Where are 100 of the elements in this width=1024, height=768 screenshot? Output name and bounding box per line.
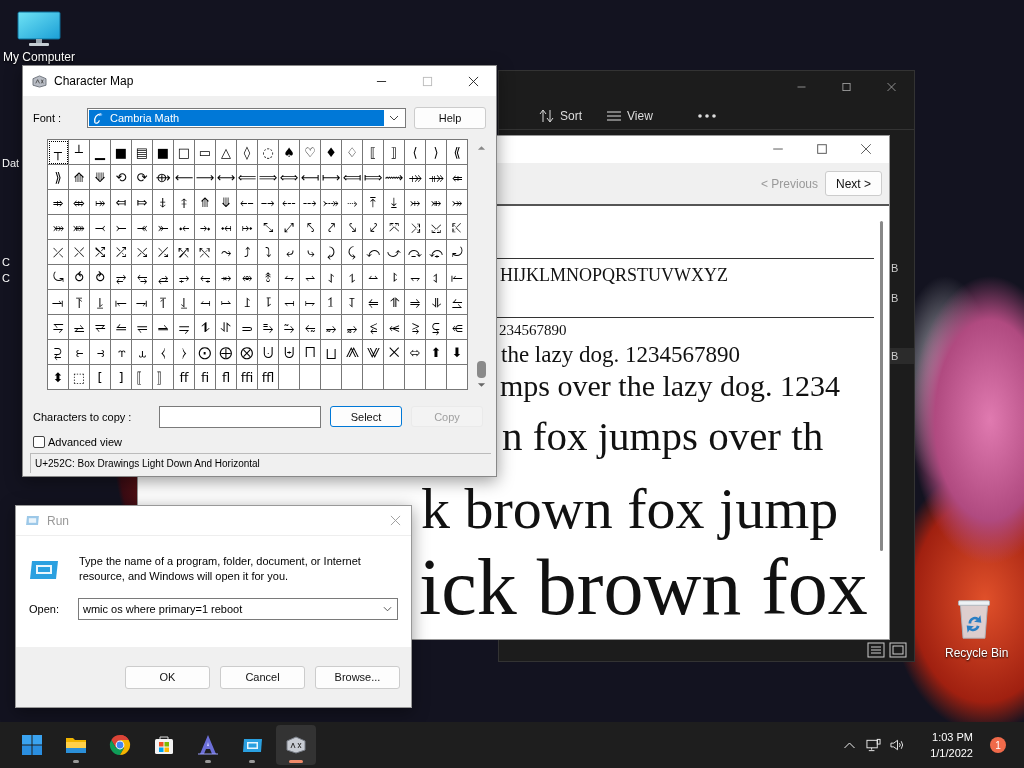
character-cell[interactable]: ⥻ [48, 340, 69, 365]
character-cell[interactable]: ⤈ [153, 190, 174, 215]
character-cell[interactable]: ⥓ [48, 290, 69, 315]
empty-cell[interactable] [363, 365, 384, 390]
character-cell[interactable]: ⥬ [153, 315, 174, 340]
character-cell[interactable]: ⟳ [132, 165, 153, 190]
character-cell[interactable]: ⤗ [48, 215, 69, 240]
toolbar-button[interactable]: View [627, 109, 653, 123]
character-cell[interactable]: ⤫ [48, 240, 69, 265]
character-cell[interactable]: ⤇ [132, 190, 153, 215]
character-cell[interactable]: ⤙ [90, 215, 111, 240]
character-cell[interactable]: ■ [111, 140, 132, 165]
character-cell[interactable]: ⥾ [111, 340, 132, 365]
character-cell[interactable]: ⤭ [90, 240, 111, 265]
character-cell[interactable]: ] [111, 365, 132, 390]
character-cell[interactable]: ⤏ [300, 190, 321, 215]
character-cell[interactable]: ⤩ [426, 215, 447, 240]
character-cell[interactable]: ⤥ [342, 215, 363, 240]
character-cell[interactable]: ⤔ [405, 190, 426, 215]
character-cell[interactable]: ⥴ [321, 315, 342, 340]
character-cell[interactable]: ⤕ [426, 190, 447, 215]
character-cell[interactable]: ⤉ [174, 190, 195, 215]
clock[interactable]: 1:03 PM 1/1/2022 [930, 729, 973, 761]
dialog-button[interactable]: Browse... [315, 665, 400, 689]
character-cell[interactable]: ⟲ [111, 165, 132, 190]
character-cell[interactable]: ⥁ [90, 265, 111, 290]
monitor-icon[interactable] [17, 11, 61, 47]
font-dropdown[interactable]: Cambria Math [87, 108, 406, 128]
character-cell[interactable]: ⧽ [174, 340, 195, 365]
character-cell[interactable]: ⥦ [447, 290, 468, 315]
character-cell[interactable]: ⥷ [384, 315, 405, 340]
character-cell[interactable]: ⬇ [447, 340, 468, 365]
character-cell[interactable]: ⤶ [279, 240, 300, 265]
character-cell[interactable]: ▤ [132, 140, 153, 165]
character-cell[interactable]: ⟰ [69, 165, 90, 190]
character-cell[interactable]: ⤨ [405, 215, 426, 240]
desktop-icon-label[interactable]: Recycle Bin [945, 646, 1009, 660]
character-cell[interactable]: ■ [153, 140, 174, 165]
character-cell[interactable]: ⥑ [426, 265, 447, 290]
empty-cell[interactable] [279, 365, 300, 390]
character-cell[interactable]: ⤄ [69, 190, 90, 215]
character-cell[interactable]: ⤷ [300, 240, 321, 265]
copy-input-field[interactable] [159, 405, 321, 428]
character-cell[interactable]: ⥪ [111, 315, 132, 340]
character-cell[interactable]: ⤸ [321, 240, 342, 265]
character-cell[interactable]: ⨉ [384, 340, 405, 365]
character-cell[interactable]: ⤓ [384, 190, 405, 215]
character-cell[interactable]: ⥌ [321, 265, 342, 290]
character-cell[interactable]: [ [90, 365, 111, 390]
dialog-button[interactable]: Cancel [220, 665, 305, 689]
character-cell[interactable]: ⥍ [342, 265, 363, 290]
character-cell[interactable]: ⥄ [153, 265, 174, 290]
character-cell[interactable]: ⥺ [447, 315, 468, 340]
character-cell[interactable]: ⨃ [258, 340, 279, 365]
character-cell[interactable]: ⤪ [447, 215, 468, 240]
character-cell[interactable]: 〛 [153, 365, 174, 390]
details-view-icon[interactable] [867, 642, 885, 658]
character-cell[interactable]: ⨅ [300, 340, 321, 365]
character-cell[interactable]: ⟾ [363, 165, 384, 190]
character-cell[interactable]: ⨂ [237, 340, 258, 365]
character-cell[interactable]: ⨈ [363, 340, 384, 365]
character-cell[interactable]: ⥥ [426, 290, 447, 315]
character-cell[interactable]: ⤀ [405, 165, 426, 190]
character-cell[interactable]: ▭ [195, 140, 216, 165]
character-cell[interactable]: ⤽ [426, 240, 447, 265]
character-cell[interactable]: ⥗ [132, 290, 153, 315]
character-cell[interactable]: ⤎ [279, 190, 300, 215]
character-cell[interactable]: ⤬ [69, 240, 90, 265]
character-cell[interactable]: ⥇ [216, 265, 237, 290]
character-cell[interactable]: ⤑ [342, 190, 363, 215]
empty-cell[interactable] [447, 365, 468, 390]
scrollbar[interactable] [880, 221, 883, 551]
character-cell[interactable]: ⥶ [363, 315, 384, 340]
character-cell[interactable]: ⤂ [447, 165, 468, 190]
character-cell[interactable]: ⟫ [48, 165, 69, 190]
character-cell[interactable]: ⤹ [342, 240, 363, 265]
desktop-icon-label[interactable]: C [2, 272, 10, 284]
character-cell[interactable]: ⤘ [69, 215, 90, 240]
character-cell[interactable]: ⥫ [132, 315, 153, 340]
character-cell[interactable]: ⥯ [216, 315, 237, 340]
character-cell[interactable]: ⥳ [300, 315, 321, 340]
toolbar-button[interactable]: Sort [560, 109, 582, 123]
character-cell[interactable]: ⤣ [300, 215, 321, 240]
character-cell[interactable]: ⤲ [195, 240, 216, 265]
character-cell[interactable]: ⥠ [321, 290, 342, 315]
character-cell[interactable]: ⥱ [258, 315, 279, 340]
character-cell[interactable]: ⥧ [48, 315, 69, 340]
character-cell[interactable]: ﬃ [237, 365, 258, 390]
character-cell[interactable]: ⤴ [237, 240, 258, 265]
character-cell[interactable]: ⥞ [279, 290, 300, 315]
character-cell[interactable]: ⤠ [237, 215, 258, 240]
character-cell[interactable]: ⬆ [426, 340, 447, 365]
character-cell[interactable]: ⥜ [237, 290, 258, 315]
character-cell[interactable]: ⥔ [69, 290, 90, 315]
character-cell[interactable]: ⤤ [321, 215, 342, 240]
character-cell[interactable]: ⤁ [426, 165, 447, 190]
character-cell[interactable]: ⤱ [174, 240, 195, 265]
empty-cell[interactable] [342, 365, 363, 390]
character-cell[interactable]: ⥰ [237, 315, 258, 340]
character-cell[interactable]: ⤒ [363, 190, 384, 215]
